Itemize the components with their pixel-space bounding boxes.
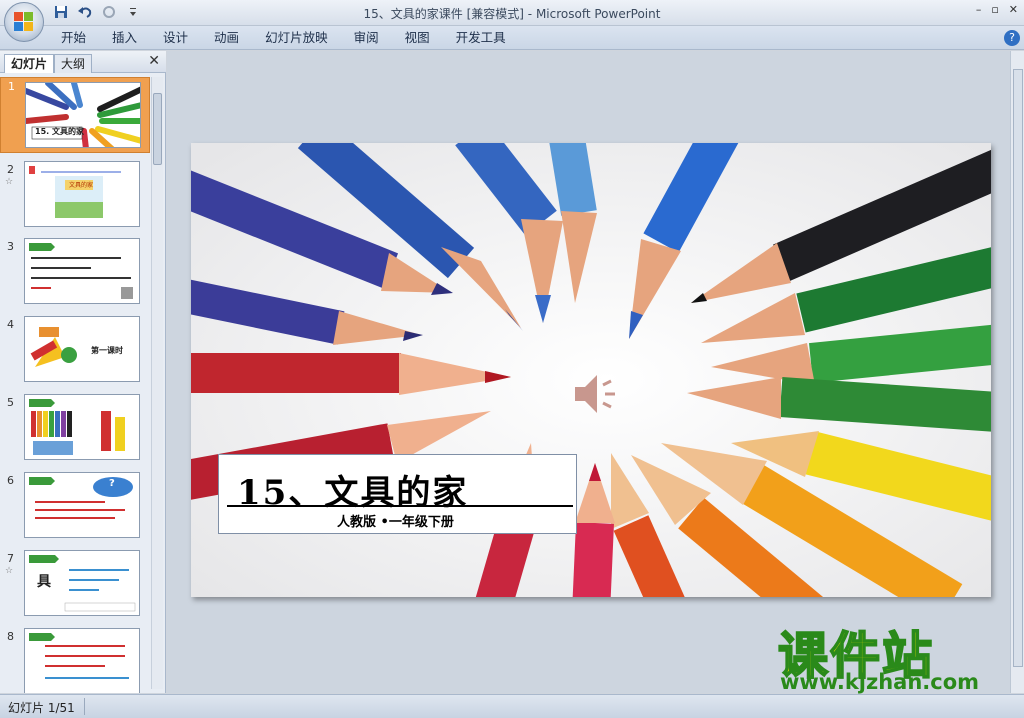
ribbon-tab-row: 开始 插入 设计 动画 幻灯片放映 审阅 视图 开发工具 ? xyxy=(0,26,1024,50)
tab-review[interactable]: 审阅 xyxy=(341,30,392,46)
office-button[interactable] xyxy=(4,2,44,42)
pane-tabs: 幻灯片 大纲 ✕ xyxy=(0,51,166,73)
tab-insert[interactable]: 插入 xyxy=(99,30,150,46)
tab-design[interactable]: 设计 xyxy=(150,30,201,46)
thumbnail-image: 第一课时 xyxy=(24,316,140,382)
thumbnail-caption: 第一课时 xyxy=(91,346,123,355)
pane-close-icon[interactable]: ✕ xyxy=(148,53,160,69)
slide-thumbnail-1[interactable]: 1 15. 文具的家 xyxy=(0,77,150,153)
slide-thumbnail-6[interactable]: 6 ? xyxy=(0,472,150,544)
tab-outline[interactable]: 大纲 xyxy=(54,54,93,73)
slide-number: 2 xyxy=(7,163,14,176)
slide-count-status: 幻灯片 1/51 xyxy=(8,701,75,715)
thumbnail-caption: 具 xyxy=(37,574,51,590)
slide-thumbnail-2[interactable]: 2 ☆ 文具的家 xyxy=(0,161,150,233)
thumbnail-caption: 15. 文具的家 xyxy=(35,127,84,136)
watermark: 课件站 www.kjzhan.com xyxy=(770,616,1010,696)
thumbnail-image xyxy=(24,628,140,693)
ribbon-tabs: 开始 插入 设计 动画 幻灯片放映 审阅 视图 开发工具 xyxy=(48,30,519,46)
slide-thumbnail-7[interactable]: 7 ☆ 具 xyxy=(0,550,150,622)
slide-thumbnail-5[interactable]: 5 xyxy=(0,394,150,466)
scrollbar-thumb[interactable] xyxy=(1013,69,1023,667)
thumbnail-image: ? xyxy=(24,472,140,538)
slide-number: 5 xyxy=(7,396,14,409)
status-divider xyxy=(84,698,85,715)
tab-animations[interactable]: 动画 xyxy=(201,30,252,46)
title-bar: 15、文具的家课件 [兼容模式] - Microsoft PowerPoint … xyxy=(0,0,1024,42)
title-underline xyxy=(227,505,573,507)
restore-button[interactable]: ▫ xyxy=(991,3,998,16)
animation-star-icon: ☆ xyxy=(5,177,14,187)
thumbnail-caption: ? xyxy=(109,478,115,489)
tab-slideshow[interactable]: 幻灯片放映 xyxy=(252,30,341,46)
editor-vertical-scrollbar[interactable] xyxy=(1010,51,1024,693)
slides-pane: 幻灯片 大纲 ✕ 1 15. 文具的家 2 ☆ 文具的家 3 4 第一课时 5 … xyxy=(0,51,166,693)
tab-slides[interactable]: 幻灯片 xyxy=(4,54,55,73)
slide-number: 7 xyxy=(7,552,14,565)
office-logo-icon xyxy=(14,12,34,32)
help-icon[interactable]: ? xyxy=(1004,30,1020,46)
tab-developer[interactable]: 开发工具 xyxy=(443,30,519,46)
slide-thumbnail-4[interactable]: 4 第一课时 xyxy=(0,316,150,388)
window-controls: – ▫ ✕ xyxy=(976,3,1018,16)
slide-number: 8 xyxy=(7,630,14,643)
slide-subtitle: 人教版 •一年级下册 xyxy=(337,515,454,530)
tab-view[interactable]: 视图 xyxy=(392,30,443,46)
current-slide[interactable]: 15、文具的家 人教版 •一年级下册 xyxy=(191,143,991,597)
thumbnail-image xyxy=(24,394,140,460)
slide-thumbnail-3[interactable]: 3 xyxy=(0,238,150,310)
close-button[interactable]: ✕ xyxy=(1009,3,1018,16)
tab-home[interactable]: 开始 xyxy=(48,30,99,46)
thumbnail-caption: 文具的家 xyxy=(69,182,94,189)
slide-number: 6 xyxy=(7,474,14,487)
thumbnail-image: 15. 文具的家 xyxy=(25,82,141,148)
thumbnail-image xyxy=(24,238,140,304)
slide-number: 3 xyxy=(7,240,14,253)
thumbnail-image: 文具的家 xyxy=(24,161,140,227)
speaker-icon[interactable] xyxy=(571,369,629,422)
slide-thumbnail-list: 1 15. 文具的家 2 ☆ 文具的家 3 4 第一课时 5 6 ? 7 ☆ 具… xyxy=(0,75,150,693)
title-placeholder[interactable]: 15、文具的家 人教版 •一年级下册 xyxy=(218,454,577,534)
thumbnail-image: 具 xyxy=(24,550,140,616)
slide-number: 1 xyxy=(8,80,15,93)
watermark-url: www.kjzhan.com xyxy=(780,670,980,694)
window-title: 15、文具的家课件 [兼容模式] - Microsoft PowerPoint xyxy=(363,7,661,21)
slide-editor: 15、文具的家 人教版 •一年级下册 xyxy=(167,51,1010,693)
slide-number: 4 xyxy=(7,318,14,331)
slide-thumbnail-8[interactable]: 8 xyxy=(0,628,150,693)
scrollbar-thumb[interactable] xyxy=(153,93,162,165)
thumbnail-scrollbar[interactable] xyxy=(151,77,163,689)
animation-star-icon: ☆ xyxy=(5,566,14,576)
status-bar: 幻灯片 1/51 xyxy=(0,694,1024,718)
minimize-button[interactable]: – xyxy=(976,3,982,16)
